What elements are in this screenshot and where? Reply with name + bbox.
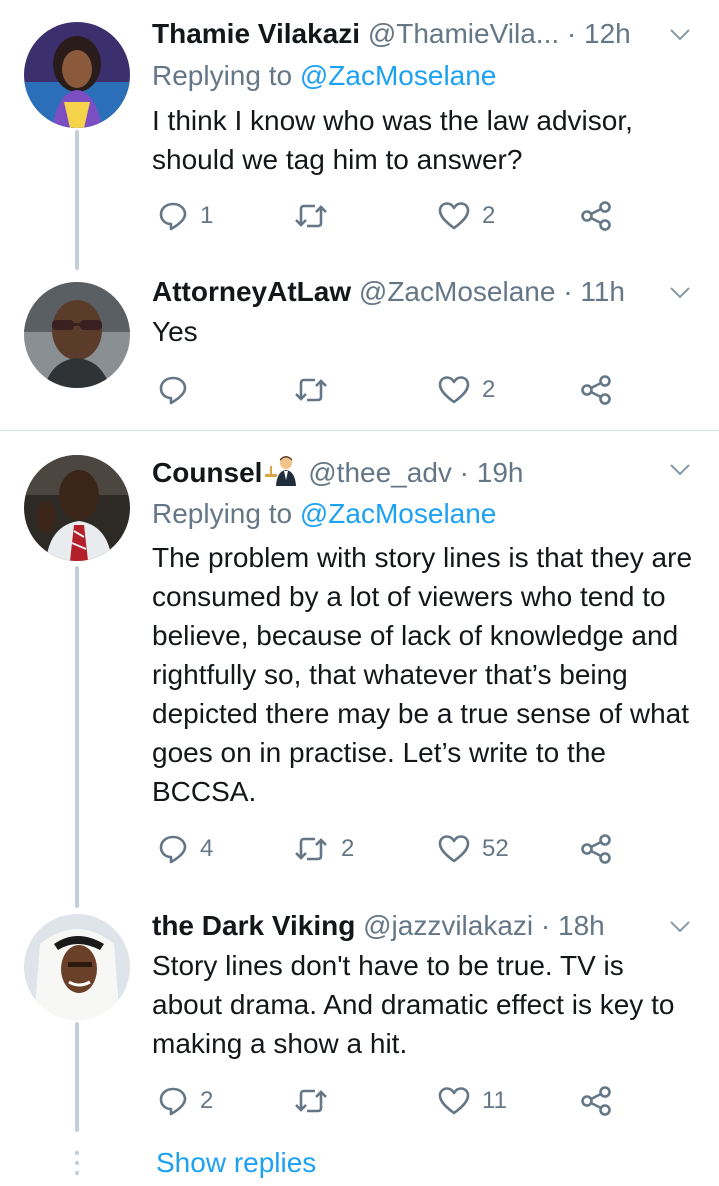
retweet-button[interactable] (293, 370, 341, 410)
share-icon (581, 1086, 611, 1116)
retweet-icon (295, 1089, 327, 1113)
heart-icon (438, 1087, 470, 1115)
timestamp[interactable]: 19h (477, 457, 524, 488)
chevron-down-icon[interactable] (669, 920, 691, 934)
tweet-header: Counsel @thee_adv · 19h (152, 454, 699, 495)
tweet-text: The problem with story lines is that the… (152, 542, 693, 807)
avatar[interactable] (24, 22, 130, 128)
chevron-down-icon[interactable] (669, 463, 691, 477)
separator-dot: · (566, 18, 577, 49)
share-icon (581, 834, 611, 864)
like-count: 2 (482, 202, 496, 229)
mention-link[interactable]: @ZacMoselane (300, 60, 497, 91)
heart-icon (438, 202, 470, 230)
retweet-icon (295, 204, 327, 228)
replying-to-label: Replying to (152, 498, 293, 529)
display-name[interactable]: Counsel (152, 457, 262, 488)
reply-icon (159, 835, 187, 864)
like-button[interactable]: 52 (438, 829, 509, 869)
display-name[interactable]: the Dark Viking (152, 910, 355, 941)
retweet-count: 2 (341, 835, 355, 862)
tweet-header: AttorneyAtLaw @ZacMoselane · 11h (152, 274, 699, 310)
timestamp[interactable]: 12h (584, 18, 631, 49)
tweet-text: Story lines don't have to be true. TV is… (152, 950, 675, 1059)
replying-to: Replying to @ZacMoselane (152, 58, 496, 94)
share-icon (581, 201, 611, 231)
display-name[interactable]: Thamie Vilakazi (152, 18, 360, 49)
tweet-text: Yes (152, 316, 198, 347)
retweet-button[interactable]: 2 (293, 829, 354, 869)
reply-button[interactable] (158, 370, 200, 410)
reply-button[interactable]: 1 (158, 196, 213, 236)
share-icon (581, 375, 611, 405)
retweet-icon (295, 837, 327, 861)
like-button[interactable]: 11 (438, 1081, 507, 1121)
reply-icon (159, 376, 187, 405)
tweet-actions: 2 11 (152, 1081, 632, 1121)
user-handle[interactable]: @ThamieVila... (368, 18, 559, 49)
more-dots-icon (74, 1150, 80, 1176)
user-handle[interactable]: @ZacMoselane (359, 276, 556, 307)
tweet-header: Thamie Vilakazi @ThamieVila... · 12h (152, 16, 699, 52)
reply-count: 1 (200, 202, 214, 229)
share-button[interactable] (580, 196, 612, 236)
avatar[interactable] (24, 282, 130, 388)
thread-line (75, 130, 79, 270)
mention-link[interactable]: @ZacMoselane (300, 498, 497, 529)
like-count: 52 (482, 835, 509, 862)
thread-line (75, 566, 79, 908)
like-button[interactable]: 2 (438, 196, 495, 236)
avatar[interactable] (24, 914, 130, 1020)
reply-count: 2 (200, 1087, 214, 1114)
replying-to-label: Replying to (152, 60, 293, 91)
tweet-actions: 2 (152, 370, 632, 410)
reply-icon (159, 1087, 187, 1116)
chevron-down-icon[interactable] (669, 286, 691, 300)
like-button[interactable]: 2 (438, 370, 495, 410)
tweet-text: I think I know who was the law advisor, … (152, 105, 633, 175)
retweet-icon (295, 378, 327, 402)
retweet-button[interactable] (293, 1081, 341, 1121)
share-button[interactable] (580, 829, 612, 869)
separator-dot: · (540, 910, 551, 941)
separator-dot: · (459, 457, 469, 488)
separator-dot: · (563, 276, 573, 307)
thread-line (75, 1022, 79, 1132)
timestamp[interactable]: 18h (558, 910, 605, 941)
chevron-down-icon[interactable] (669, 28, 691, 42)
avatar[interactable] (24, 455, 130, 561)
user-handle[interactable]: @jazzvilakazi (363, 910, 533, 941)
retweet-button[interactable] (293, 196, 341, 236)
tweet-header: the Dark Viking @jazzvilakazi · 18h (152, 908, 699, 944)
reply-icon (159, 202, 187, 231)
thread-divider (0, 430, 719, 431)
like-count: 11 (482, 1087, 507, 1114)
display-name[interactable]: AttorneyAtLaw (152, 276, 351, 307)
replying-to: Replying to @ZacMoselane (152, 496, 496, 532)
reply-button[interactable]: 2 (158, 1081, 213, 1121)
heart-icon (438, 376, 470, 404)
heart-icon (438, 835, 470, 863)
like-count: 2 (482, 376, 496, 403)
name-emoji (264, 454, 300, 495)
lawyer-emoji-icon (265, 456, 297, 486)
reply-button[interactable]: 4 (158, 829, 213, 869)
tweet-actions: 4 2 52 (152, 829, 632, 869)
timestamp[interactable]: 11h (580, 276, 625, 307)
show-replies-link[interactable]: Show replies (156, 1145, 316, 1181)
share-button[interactable] (580, 370, 612, 410)
tweet-actions: 1 2 (152, 196, 632, 236)
share-button[interactable] (580, 1081, 612, 1121)
reply-count: 4 (200, 835, 214, 862)
user-handle[interactable]: @thee_adv (308, 457, 452, 488)
